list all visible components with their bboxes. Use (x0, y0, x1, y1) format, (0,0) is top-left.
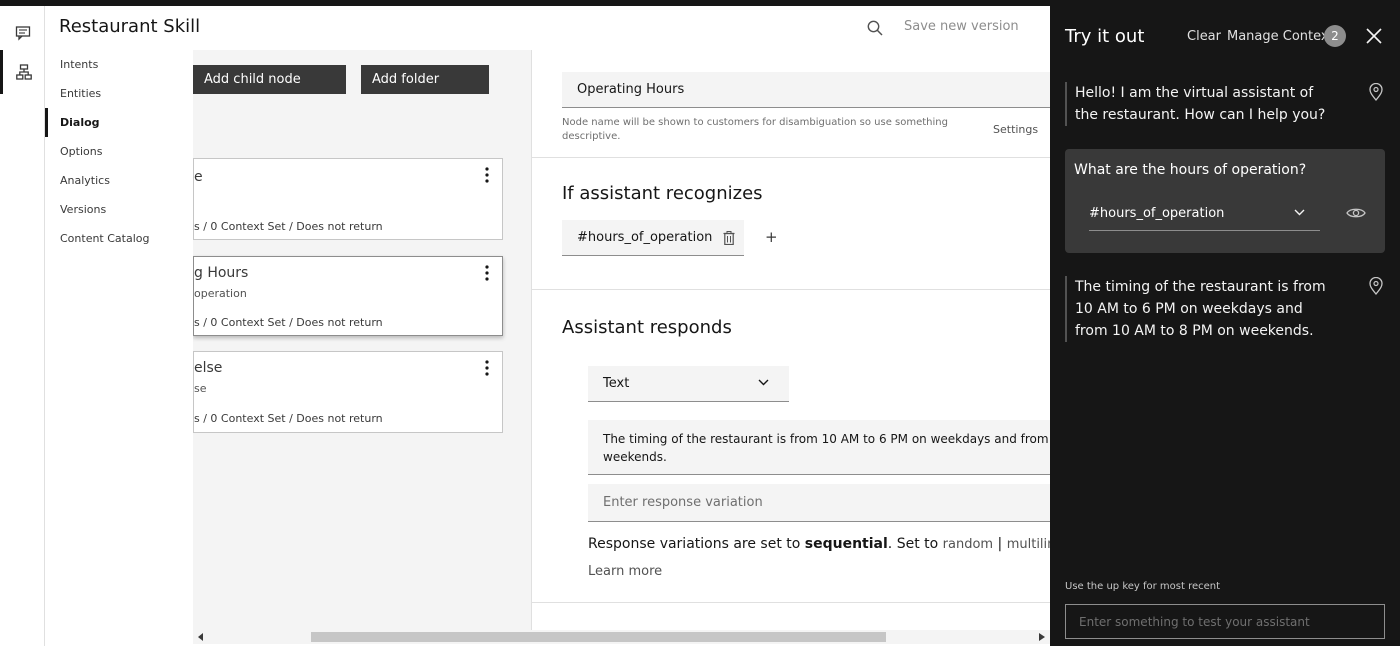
skill-nav: Intents Entities Dialog Options Analytic… (45, 50, 193, 253)
intent-select[interactable]: #hours_of_operation (1089, 197, 1320, 231)
scrollbar-thumb[interactable] (311, 632, 886, 642)
nav-item-entities[interactable]: Entities (45, 79, 193, 108)
recognizes-heading: If assistant recognizes (562, 183, 763, 204)
node-condition: se (194, 382, 207, 395)
variation-set-to: . Set to (887, 536, 943, 552)
response-type-select[interactable]: Text (588, 366, 789, 402)
nav-item-content-catalog[interactable]: Content Catalog (45, 224, 193, 253)
tree-node-selected[interactable]: g Hours operation s / 0 Context Set / Do… (193, 256, 503, 336)
response-text-line: The timing of the restaurant is from 10 … (603, 432, 1050, 446)
node-title: e (194, 169, 203, 185)
node-meta: s / 0 Context Set / Does not return (194, 412, 383, 425)
location-pin-icon[interactable] (1368, 83, 1384, 101)
bot-message: The timing of the restaurant is from 10 … (1065, 276, 1333, 342)
location-pin-icon[interactable] (1368, 277, 1384, 295)
overflow-menu-icon[interactable] (482, 265, 492, 281)
search-icon[interactable] (866, 19, 884, 37)
response-variation-input[interactable]: Enter response variation (588, 484, 1050, 522)
response-type-value: Text (603, 376, 630, 391)
tree-node[interactable]: e s / 0 Context Set / Does not return (193, 158, 503, 240)
scroll-right-icon[interactable] (1039, 633, 1045, 641)
variation-prefix: Response variations are set to (588, 536, 805, 552)
chat-icon-button[interactable] (0, 11, 45, 55)
nav-item-versions[interactable]: Versions (45, 195, 193, 224)
node-condition: operation (194, 287, 247, 300)
context-count-badge: 2 (1324, 25, 1346, 47)
save-new-version-button[interactable]: Save new version (904, 19, 1019, 34)
left-rail (0, 6, 45, 646)
bot-message: Hello! I am the virtual assistant of the… (1065, 82, 1333, 126)
node-title: else (194, 360, 223, 376)
manage-context-button[interactable]: Manage Context (1227, 29, 1334, 44)
page-title: Restaurant Skill (59, 16, 201, 37)
node-meta: s / 0 Context Set / Does not return (194, 316, 383, 329)
nav-item-dialog[interactable]: Dialog (45, 108, 193, 137)
scroll-left-icon[interactable] (198, 633, 204, 641)
add-child-node-button[interactable]: Add child node (193, 65, 346, 94)
overflow-menu-icon[interactable] (482, 360, 492, 376)
clear-button[interactable]: Clear (1187, 29, 1221, 44)
divider (532, 157, 1050, 158)
separator: | (993, 536, 1007, 552)
dialog-flow-button[interactable] (0, 50, 45, 94)
dialog-tree: Add child node Add folder e s / 0 Contex… (193, 50, 531, 630)
multiline-link[interactable]: multiline (1007, 537, 1050, 552)
user-question: What are the hours of operation? (1074, 162, 1307, 178)
trash-icon[interactable] (723, 231, 735, 245)
node-meta: s / 0 Context Set / Does not return (194, 220, 383, 233)
nav-item-intents[interactable]: Intents (45, 50, 193, 79)
learn-more-link[interactable]: Learn more (588, 564, 662, 579)
response-text-line: weekends. (603, 450, 667, 464)
add-folder-button[interactable]: Add folder (361, 65, 489, 94)
tree-node[interactable]: else se s / 0 Context Set / Does not ret… (193, 351, 503, 433)
horizontal-scrollbar[interactable] (193, 630, 1050, 644)
add-condition-button[interactable]: + (765, 228, 778, 246)
responds-heading: Assistant responds (562, 317, 732, 338)
try-it-out-panel: Try it out Clear Manage Context 2 Hello!… (1050, 6, 1400, 646)
response-text-input[interactable]: The timing of the restaurant is from 10 … (588, 420, 1050, 475)
variation-mode: sequential (804, 536, 888, 552)
divider (532, 289, 1050, 290)
user-message: What are the hours of operation? #hours_… (1065, 149, 1385, 253)
close-icon[interactable] (1365, 27, 1383, 45)
intent-value: #hours_of_operation (1089, 206, 1225, 221)
divider (532, 602, 1050, 603)
node-name-input[interactable]: Operating Hours (562, 72, 1050, 108)
condition-input[interactable]: #hours_of_operation (562, 220, 744, 256)
test-message-input[interactable]: Enter something to test your assistant (1065, 604, 1385, 639)
settings-link[interactable]: Settings (993, 123, 1038, 136)
nav-item-analytics[interactable]: Analytics (45, 166, 193, 195)
node-title: g Hours (194, 265, 249, 281)
chevron-down-icon (758, 379, 769, 386)
nav-item-options[interactable]: Options (45, 137, 193, 166)
eye-icon[interactable] (1346, 206, 1366, 220)
random-link[interactable]: random (943, 537, 993, 552)
node-name-help: Node name will be shown to customers for… (562, 117, 948, 142)
flow-icon (16, 64, 32, 80)
node-editor: Operating Hours Node name will be shown … (531, 50, 1050, 630)
chat-icon (15, 26, 30, 41)
panel-title: Try it out (1065, 26, 1145, 47)
variation-setting-text: Response variations are set to sequentia… (588, 536, 1050, 552)
input-hint: Use the up key for most recent (1065, 581, 1221, 592)
overflow-menu-icon[interactable] (482, 167, 492, 183)
chevron-down-icon (1294, 209, 1305, 216)
